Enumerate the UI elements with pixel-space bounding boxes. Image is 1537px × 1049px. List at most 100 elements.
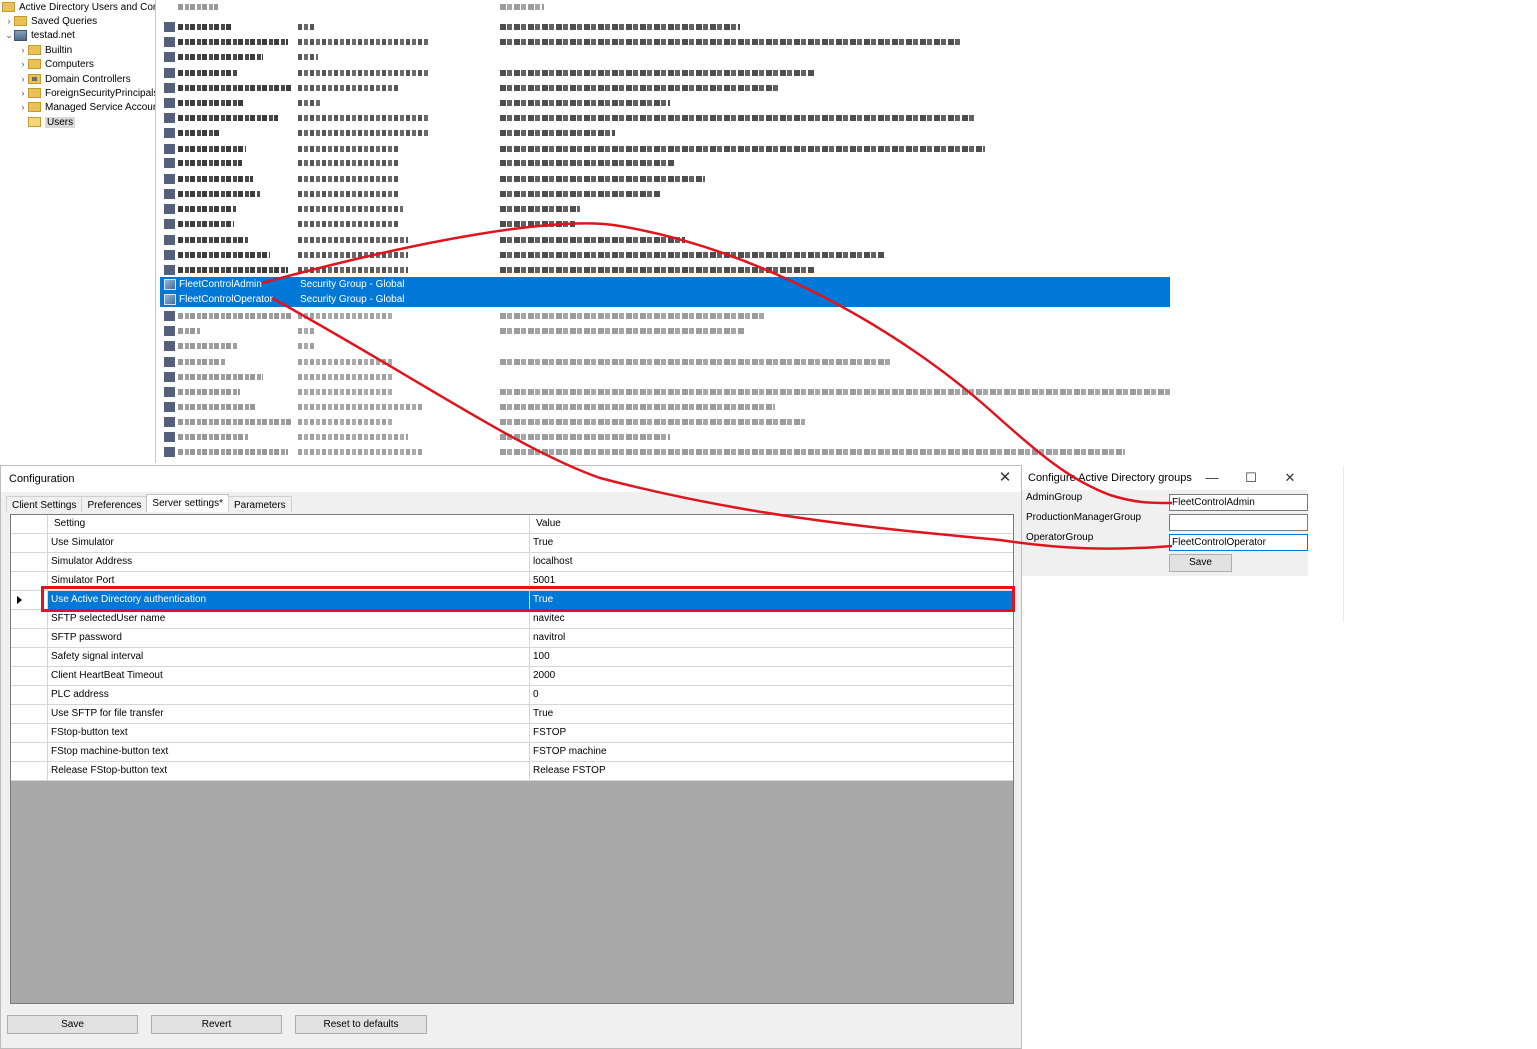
row-header-cell[interactable] bbox=[11, 743, 48, 761]
row-header-cell[interactable] bbox=[11, 610, 48, 628]
setting-cell[interactable]: FStop-button text bbox=[48, 724, 530, 742]
operator-group-input[interactable] bbox=[1169, 534, 1308, 551]
list-item-obscured[interactable] bbox=[160, 203, 1170, 215]
value-cell[interactable]: 2000 bbox=[530, 667, 1013, 685]
tab-client-settings[interactable]: Client Settings bbox=[6, 496, 83, 512]
list-item-obscured[interactable] bbox=[160, 234, 1170, 246]
row-header-cell[interactable] bbox=[11, 667, 48, 685]
row-header-cell[interactable] bbox=[11, 629, 48, 647]
row-header-cell[interactable] bbox=[11, 534, 48, 552]
table-row[interactable]: Release FStop-button text Release FSTOP bbox=[11, 762, 1013, 781]
list-item-obscured[interactable] bbox=[160, 401, 1170, 413]
list-item-obscured[interactable] bbox=[160, 310, 1170, 322]
tab-parameters[interactable]: Parameters bbox=[228, 496, 292, 512]
setting-cell[interactable]: FStop machine-button text bbox=[48, 743, 530, 761]
table-row[interactable]: Safety signal interval 100 bbox=[11, 648, 1013, 667]
setting-cell[interactable]: Use Simulator bbox=[48, 534, 530, 552]
list-item-obscured[interactable] bbox=[160, 112, 1170, 124]
tree-item-managed-service-accounts[interactable]: › Managed Service Accour bbox=[18, 100, 156, 114]
value-cell[interactable]: navitrol bbox=[530, 629, 1013, 647]
row-header-cell[interactable] bbox=[11, 705, 48, 723]
table-row[interactable]: SFTP selectedUser name navitec bbox=[11, 610, 1013, 629]
table-row[interactable]: FStop machine-button text FSTOP machine bbox=[11, 743, 1013, 762]
tree-item-saved-queries[interactable]: › Saved Queries bbox=[4, 14, 98, 28]
table-row[interactable]: PLC address 0 bbox=[11, 686, 1013, 705]
setting-cell[interactable]: SFTP selectedUser name bbox=[48, 610, 530, 628]
list-item-obscured[interactable] bbox=[160, 36, 1170, 48]
setting-cell[interactable]: Use SFTP for file transfer bbox=[48, 705, 530, 723]
list-item-fleet-control-operator[interactable]: FleetControlOperator Security Group - Gl… bbox=[160, 292, 1170, 307]
list-item-obscured[interactable] bbox=[160, 218, 1170, 230]
value-cell[interactable]: FSTOP machine bbox=[530, 743, 1013, 761]
list-item-fleet-control-admin[interactable]: FleetControlAdmin Security Group - Globa… bbox=[160, 277, 1170, 292]
list-item-obscured[interactable] bbox=[160, 340, 1170, 352]
list-item-obscured[interactable] bbox=[160, 249, 1170, 261]
row-header-cell[interactable] bbox=[11, 724, 48, 742]
list-item-obscured[interactable] bbox=[160, 82, 1170, 94]
setting-cell[interactable]: Simulator Address bbox=[48, 553, 530, 571]
tab-server-settings[interactable]: Server settings* bbox=[146, 494, 229, 512]
value-cell[interactable]: 100 bbox=[530, 648, 1013, 666]
list-item-obscured[interactable] bbox=[160, 431, 1170, 443]
table-row[interactable]: Use Simulator True bbox=[11, 534, 1013, 553]
minimize-icon[interactable]: — bbox=[1203, 469, 1221, 487]
list-item-obscured[interactable] bbox=[160, 371, 1170, 383]
setting-cell[interactable]: Safety signal interval bbox=[48, 648, 530, 666]
row-header-cell[interactable] bbox=[11, 686, 48, 704]
value-cell[interactable]: Release FSTOP bbox=[530, 762, 1013, 780]
chevron-right-icon[interactable]: › bbox=[18, 74, 28, 84]
table-row[interactable]: FStop-button text FSTOP bbox=[11, 724, 1013, 743]
tree-item-foreign-security-principals[interactable]: › ForeignSecurityPrincipals bbox=[18, 86, 156, 100]
value-cell[interactable]: 0 bbox=[530, 686, 1013, 704]
tree-item-domain[interactable]: ⌄ testad.net bbox=[4, 28, 75, 42]
table-row[interactable]: Simulator Address localhost bbox=[11, 553, 1013, 572]
setting-cell[interactable]: Client HeartBeat Timeout bbox=[48, 667, 530, 685]
list-item-obscured[interactable] bbox=[160, 51, 1170, 63]
tree-item-builtin[interactable]: › Builtin bbox=[18, 43, 73, 57]
chevron-right-icon[interactable]: › bbox=[4, 16, 14, 26]
row-header-cell[interactable] bbox=[11, 648, 48, 666]
save-button[interactable]: Save bbox=[7, 1015, 138, 1034]
list-item-obscured[interactable] bbox=[160, 325, 1170, 337]
tree-item-domain-controllers[interactable]: › Domain Controllers bbox=[18, 72, 131, 86]
list-item-obscured[interactable] bbox=[160, 21, 1170, 33]
list-item-obscured[interactable] bbox=[160, 97, 1170, 109]
chevron-right-icon[interactable]: › bbox=[18, 102, 28, 112]
list-item-obscured[interactable] bbox=[160, 157, 1170, 169]
list-item-obscured[interactable] bbox=[160, 188, 1170, 200]
revert-button[interactable]: Revert bbox=[151, 1015, 282, 1034]
column-header-setting[interactable]: Setting bbox=[48, 515, 530, 533]
admin-group-input[interactable] bbox=[1169, 494, 1308, 511]
list-item-obscured[interactable] bbox=[160, 127, 1170, 139]
list-item-obscured[interactable] bbox=[160, 446, 1170, 458]
table-row[interactable]: Client HeartBeat Timeout 2000 bbox=[11, 667, 1013, 686]
setting-cell[interactable]: Release FStop-button text bbox=[48, 762, 530, 780]
tree-item-root[interactable]: Active Directory Users and Com bbox=[2, 0, 155, 14]
tree-item-computers[interactable]: › Computers bbox=[18, 57, 94, 71]
dialog-save-button[interactable]: Save bbox=[1169, 554, 1232, 572]
list-item-obscured[interactable] bbox=[160, 1, 1170, 13]
list-item-obscured[interactable] bbox=[160, 173, 1170, 185]
maximize-icon[interactable]: ☐ bbox=[1242, 469, 1260, 487]
value-cell[interactable]: localhost bbox=[530, 553, 1013, 571]
value-cell[interactable]: navitec bbox=[530, 610, 1013, 628]
production-manager-group-input[interactable] bbox=[1169, 514, 1308, 531]
value-cell[interactable]: True bbox=[530, 705, 1013, 723]
row-header-cell[interactable] bbox=[11, 553, 48, 571]
chevron-down-icon[interactable]: ⌄ bbox=[4, 30, 14, 41]
list-item-obscured[interactable] bbox=[160, 386, 1170, 398]
close-icon[interactable]: ✕ bbox=[1281, 469, 1299, 487]
list-item-obscured[interactable] bbox=[160, 67, 1170, 79]
setting-cell[interactable]: PLC address bbox=[48, 686, 530, 704]
value-cell[interactable]: FSTOP bbox=[530, 724, 1013, 742]
reset-to-defaults-button[interactable]: Reset to defaults bbox=[295, 1015, 427, 1034]
chevron-right-icon[interactable]: › bbox=[18, 88, 28, 98]
chevron-right-icon[interactable]: › bbox=[18, 45, 28, 55]
list-item-obscured[interactable] bbox=[160, 264, 1170, 276]
column-header-value[interactable]: Value bbox=[530, 515, 1013, 533]
setting-cell[interactable]: SFTP password bbox=[48, 629, 530, 647]
row-header-cell[interactable] bbox=[11, 762, 48, 780]
table-row[interactable]: SFTP password navitrol bbox=[11, 629, 1013, 648]
value-cell[interactable]: True bbox=[530, 534, 1013, 552]
list-item-obscured[interactable] bbox=[160, 416, 1170, 428]
